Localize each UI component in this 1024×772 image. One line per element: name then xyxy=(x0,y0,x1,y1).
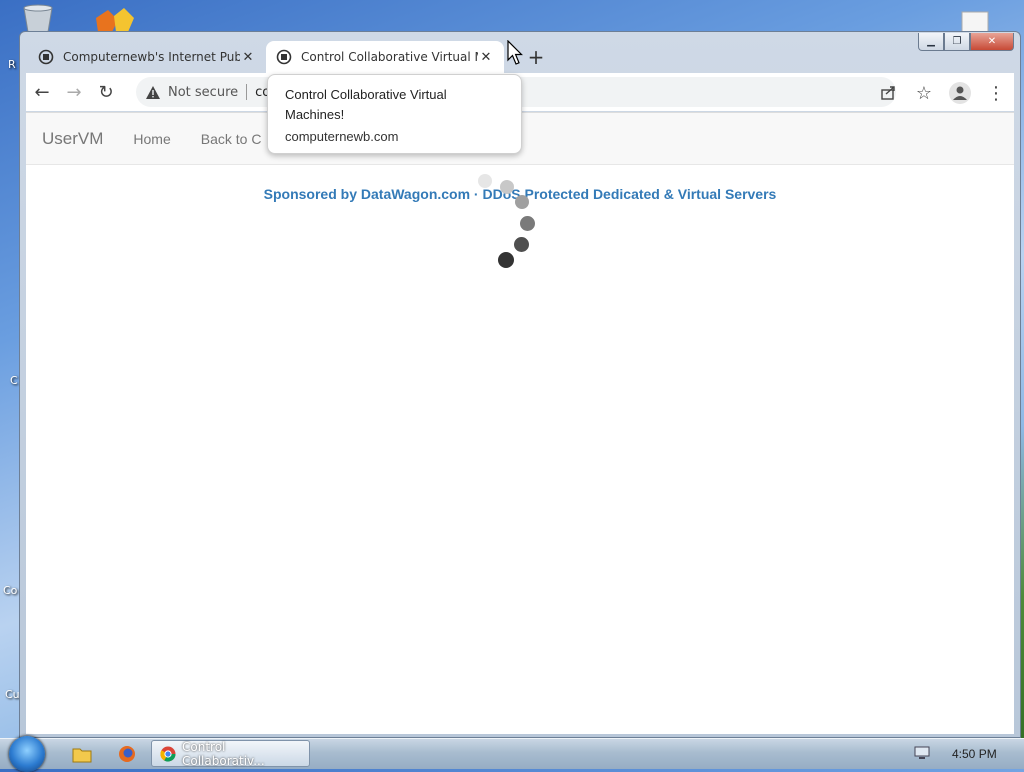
tab-control-collaborative[interactable]: Control Collaborative Virtual Ma ✕ xyxy=(266,41,504,73)
tab-hover-card: Control Collaborative Virtual Machines! … xyxy=(267,74,522,154)
mouse-cursor-icon xyxy=(507,40,523,65)
web-page: UserVM Home Back to C Sponsored by DataW… xyxy=(26,112,1014,734)
toolbar-actions: ☆ ⋮ xyxy=(870,77,1014,109)
desktop-label: R xyxy=(8,58,16,71)
hover-card-title: Control Collaborative Virtual Machines! xyxy=(285,87,447,122)
security-label[interactable]: Not secure xyxy=(168,85,238,100)
tab-title: Computernewb's Internet Pub H xyxy=(63,50,240,64)
taskbar-task-label: Control Collaborativ... xyxy=(182,739,265,768)
system-clock[interactable]: 4:50 PM xyxy=(952,747,997,761)
tab-title: Control Collaborative Virtual Ma xyxy=(301,50,478,64)
spinner-dot xyxy=(500,180,514,194)
file-explorer-icon[interactable] xyxy=(72,745,92,763)
back-arrow-icon[interactable]: ← xyxy=(26,76,58,108)
recycle-bin-icon[interactable] xyxy=(18,4,58,32)
desktop-label: Co xyxy=(3,584,18,597)
spinner-dot xyxy=(514,237,529,252)
tab-close-icon[interactable]: ✕ xyxy=(240,50,256,65)
tab-close-icon[interactable]: ✕ xyxy=(478,50,494,65)
bookmark-star-icon[interactable]: ☆ xyxy=(906,77,942,109)
reload-icon[interactable]: ↻ xyxy=(90,76,122,108)
desktop-label: Cu xyxy=(5,688,20,701)
spinner-dot xyxy=(520,216,535,231)
hover-card-url: computernewb.com xyxy=(285,129,399,144)
site-favicon-icon xyxy=(276,49,292,65)
taskbar-chrome-window[interactable]: Control Collaborativ... xyxy=(151,739,310,768)
spinner-dot xyxy=(515,195,529,209)
warning-icon xyxy=(146,85,160,99)
firefox-icon[interactable] xyxy=(117,745,137,763)
start-button[interactable] xyxy=(9,736,45,772)
new-tab-button[interactable]: + xyxy=(524,45,548,69)
site-brand[interactable]: UserVM xyxy=(42,129,103,149)
nav-back-link[interactable]: Back to C xyxy=(201,131,262,147)
taskbar: Control Collaborativ... 4:50 PM xyxy=(0,736,1024,772)
spinner-dot xyxy=(498,252,514,268)
nav-home-link[interactable]: Home xyxy=(133,131,170,147)
spinner-dot xyxy=(478,174,492,188)
forward-arrow-icon[interactable]: → xyxy=(58,76,90,108)
share-icon[interactable] xyxy=(870,77,906,109)
document-icon[interactable] xyxy=(958,10,992,32)
menu-kebab-icon[interactable]: ⋮ xyxy=(978,77,1014,109)
divider xyxy=(246,84,248,100)
network-tray-icon[interactable] xyxy=(914,746,930,760)
chrome-icon xyxy=(160,746,176,762)
site-favicon-icon xyxy=(38,49,54,65)
tab-computernewb-pub[interactable]: Computernewb's Internet Pub H ✕ xyxy=(28,41,266,73)
desktop-label: C xyxy=(10,374,18,387)
profile-avatar-icon[interactable] xyxy=(942,77,978,109)
folder-stack-icon[interactable] xyxy=(94,6,142,32)
